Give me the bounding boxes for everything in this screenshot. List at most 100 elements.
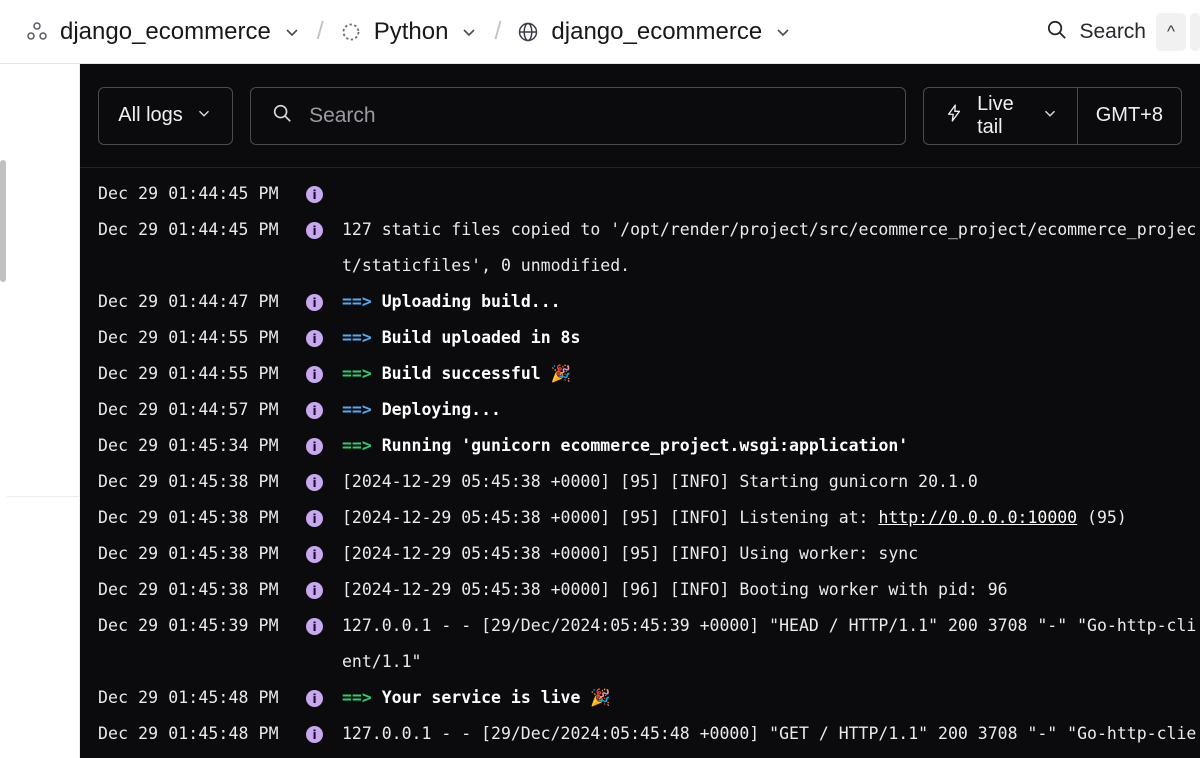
log-row[interactable]: Dec 29 01:45:39 PM i 127.0.0.1 - - [29/Dec…: [80, 608, 1200, 680]
info-icon: i: [306, 294, 323, 311]
log-text: Build uploaded in 8s: [381, 328, 581, 347]
log-text: (95): [1077, 508, 1127, 527]
page-scrollbar[interactable]: [0, 64, 7, 758]
header-actions: Search ^: [1045, 0, 1200, 64]
log-message: [2024-12-29 05:45:38 +0000] [96] [INFO] …: [342, 572, 1200, 608]
log-filter-dropdown[interactable]: All logs: [98, 86, 234, 145]
chevron-down-icon[interactable]: [281, 21, 303, 43]
log-row[interactable]: Dec 29 01:44:55 PM i ==> Build successful …: [80, 356, 1200, 392]
log-text: ==>: [342, 364, 372, 383]
log-level-icon-wrap: i: [306, 176, 342, 203]
python-runtime-icon: [338, 19, 364, 45]
log-text: 127.0.0.1 - - [29/Dec/2024:05:45:39 +000…: [342, 616, 1197, 671]
log-message: 127.0.0.1 - - [29/Dec/2024:05:45:39 +000…: [342, 608, 1200, 680]
log-text: Running 'gunicorn ecommerce_project.wsgi…: [381, 436, 909, 455]
chevron-down-icon: [195, 104, 213, 127]
log-row[interactable]: Dec 29 01:44:45 PM i 127 static files copi…: [80, 212, 1200, 284]
log-row[interactable]: Dec 29 01:45:48 PM i 127.0.0.1 - - [29/Dec…: [80, 716, 1200, 758]
search-icon: [1045, 18, 1068, 46]
log-level-icon-wrap: i: [306, 356, 342, 383]
log-row[interactable]: Dec 29 01:45:38 PM i [2024-12-29 05:45:38 …: [80, 572, 1200, 608]
log-row[interactable]: Dec 29 01:44:55 PM i ==> Build uploaded in…: [80, 320, 1200, 356]
log-level-icon-wrap: i: [306, 680, 342, 707]
logs-toolbar: All logs Search Live tail GMT+8: [80, 64, 1200, 168]
log-text: Your service is live: [381, 688, 591, 707]
info-icon: i: [306, 330, 323, 347]
log-message: 127 static files copied to '/opt/render/…: [342, 212, 1200, 284]
app-header: django_ecommerce / Python / django_ecomm…: [0, 0, 1200, 64]
page-scrollbar-thumb[interactable]: [0, 160, 6, 282]
log-row[interactable]: Dec 29 01:44:47 PM i ==> Uploading build..…: [80, 284, 1200, 320]
log-timestamp: Dec 29 01:45:38 PM: [98, 580, 279, 599]
log-message: ==> Build successful 🎉: [342, 356, 1200, 392]
info-icon: i: [306, 546, 323, 563]
log-timestamp: Dec 29 01:45:48 PM: [98, 688, 279, 707]
log-level-icon-wrap: i: [306, 320, 342, 347]
search-shortcut-badge-secondary[interactable]: [1190, 13, 1200, 51]
log-row[interactable]: Dec 29 01:45:38 PM i [2024-12-29 05:45:38 …: [80, 464, 1200, 500]
log-level-icon-wrap: i: [306, 284, 342, 311]
globe-icon: [515, 19, 541, 45]
search-shortcut-badge[interactable]: ^: [1156, 13, 1186, 51]
log-timestamp: Dec 29 01:44:45 PM: [98, 220, 279, 239]
log-timestamp: Dec 29 01:44:47 PM: [98, 292, 279, 311]
log-search-field[interactable]: Search: [250, 86, 907, 145]
chevron-down-icon: [1041, 104, 1059, 127]
live-tail-dropdown[interactable]: Live tail: [923, 86, 1077, 145]
info-icon: i: [306, 222, 323, 239]
log-timestamp: Dec 29 01:44:55 PM: [98, 328, 279, 347]
logs-toolbar-right: Live tail GMT+8: [923, 86, 1182, 145]
log-row[interactable]: Dec 29 01:44:57 PM i ==> Deploying...: [80, 392, 1200, 428]
log-message: 127.0.0.1 - - [29/Dec/2024:05:45:48 +000…: [342, 716, 1200, 758]
timezone-button[interactable]: GMT+8: [1076, 86, 1182, 145]
chevron-down-icon[interactable]: [458, 21, 480, 43]
log-text: 127 static files copied to '/opt/render/…: [342, 220, 1197, 275]
info-icon: i: [306, 690, 323, 707]
log-timestamp: Dec 29 01:45:38 PM: [98, 472, 279, 491]
info-icon: i: [306, 510, 323, 527]
rail-divider: [0, 496, 80, 497]
log-row[interactable]: Dec 29 01:45:38 PM i [2024-12-29 05:45:38 …: [80, 536, 1200, 572]
log-level-icon-wrap: i: [306, 212, 342, 239]
chevron-down-icon[interactable]: [772, 21, 794, 43]
log-message: ==> Your service is live 🎉: [342, 680, 1200, 716]
breadcrumb-item-runtime[interactable]: Python: [338, 18, 481, 46]
log-row[interactable]: Dec 29 01:45:34 PM i ==> Running 'gunicorn…: [80, 428, 1200, 464]
log-text: ==>: [342, 292, 372, 311]
breadcrumb-service-label: django_ecommerce: [551, 17, 763, 45]
log-text: Uploading build...: [381, 292, 561, 311]
log-search-placeholder: Search: [309, 103, 376, 127]
log-link[interactable]: http://0.0.0.0:10000: [878, 508, 1077, 527]
log-message: [2024-12-29 05:45:38 +0000] [95] [INFO] …: [342, 464, 1200, 500]
log-row[interactable]: Dec 29 01:45:38 PM i [2024-12-29 05:45:38 …: [80, 500, 1200, 536]
log-message: ==> Uploading build...: [342, 284, 1200, 320]
log-message: [2024-12-29 05:45:38 +0000] [95] [INFO] …: [342, 536, 1200, 572]
lightning-icon: [944, 102, 964, 129]
global-search-button[interactable]: Search: [1045, 18, 1152, 46]
breadcrumb-item-service[interactable]: django_ecommerce: [515, 18, 794, 46]
log-text: ==>: [342, 688, 372, 707]
log-line-list: Dec 29 01:44:45 PM i Dec 29 01:44:45 PM i 12…: [80, 168, 1200, 758]
log-text: ==>: [342, 436, 372, 455]
global-search-label: Search: [1079, 20, 1146, 43]
log-level-icon-wrap: i: [306, 428, 342, 455]
info-icon: i: [306, 438, 323, 455]
log-row[interactable]: Dec 29 01:45:48 PM i ==> Your service is l…: [80, 680, 1200, 716]
log-level-icon-wrap: i: [306, 392, 342, 419]
breadcrumb-separator: /: [316, 17, 324, 45]
log-timestamp: Dec 29 01:45:34 PM: [98, 436, 279, 455]
log-row[interactable]: Dec 29 01:44:45 PM i: [80, 176, 1200, 212]
log-text: Deploying...: [381, 400, 501, 419]
log-timestamp: Dec 29 01:44:57 PM: [98, 400, 279, 419]
info-icon: i: [306, 618, 323, 635]
info-icon: i: [306, 366, 323, 383]
log-level-icon-wrap: i: [306, 716, 342, 743]
breadcrumb-item-team[interactable]: django_ecommerce: [24, 18, 303, 46]
log-timestamp: Dec 29 01:44:45 PM: [98, 184, 279, 203]
